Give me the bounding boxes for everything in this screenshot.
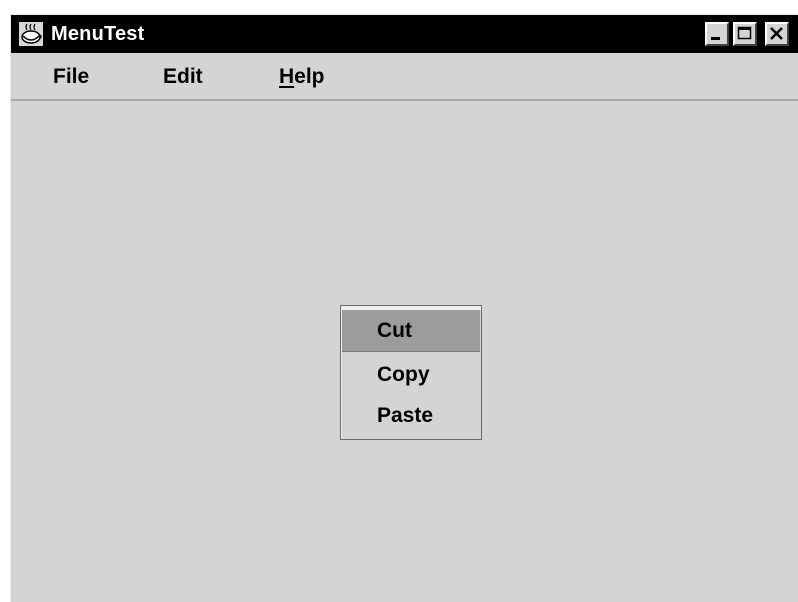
java-app-icon[interactable] bbox=[17, 20, 45, 48]
close-button[interactable] bbox=[765, 22, 789, 46]
menu-item-copy[interactable]: Copy bbox=[342, 354, 480, 396]
title-bar[interactable]: MenuTest bbox=[11, 15, 798, 53]
menu-item-paste[interactable]: Paste bbox=[342, 395, 480, 437]
menu-bar: File Edit Help bbox=[11, 53, 798, 101]
minimize-button[interactable] bbox=[705, 22, 729, 46]
menu-help-mnemonic: H bbox=[279, 65, 295, 88]
window-title: MenuTest bbox=[51, 23, 145, 45]
maximize-button[interactable] bbox=[733, 22, 757, 46]
menu-file[interactable]: File bbox=[53, 65, 89, 89]
minimize-icon bbox=[711, 37, 720, 40]
popup-menu: Cut Copy Paste bbox=[340, 305, 482, 440]
menu-edit[interactable]: Edit bbox=[163, 65, 203, 89]
menu-help-label-rest: elp bbox=[294, 65, 325, 88]
close-icon bbox=[770, 27, 783, 40]
menu-item-cut[interactable]: Cut bbox=[342, 310, 480, 352]
content-area[interactable]: Cut Copy Paste bbox=[11, 101, 798, 601]
app-window: MenuTest File Edit Help Cut Copy Paste bbox=[10, 14, 798, 602]
maximize-icon bbox=[737, 26, 752, 40]
menu-help[interactable]: Help bbox=[279, 65, 325, 89]
